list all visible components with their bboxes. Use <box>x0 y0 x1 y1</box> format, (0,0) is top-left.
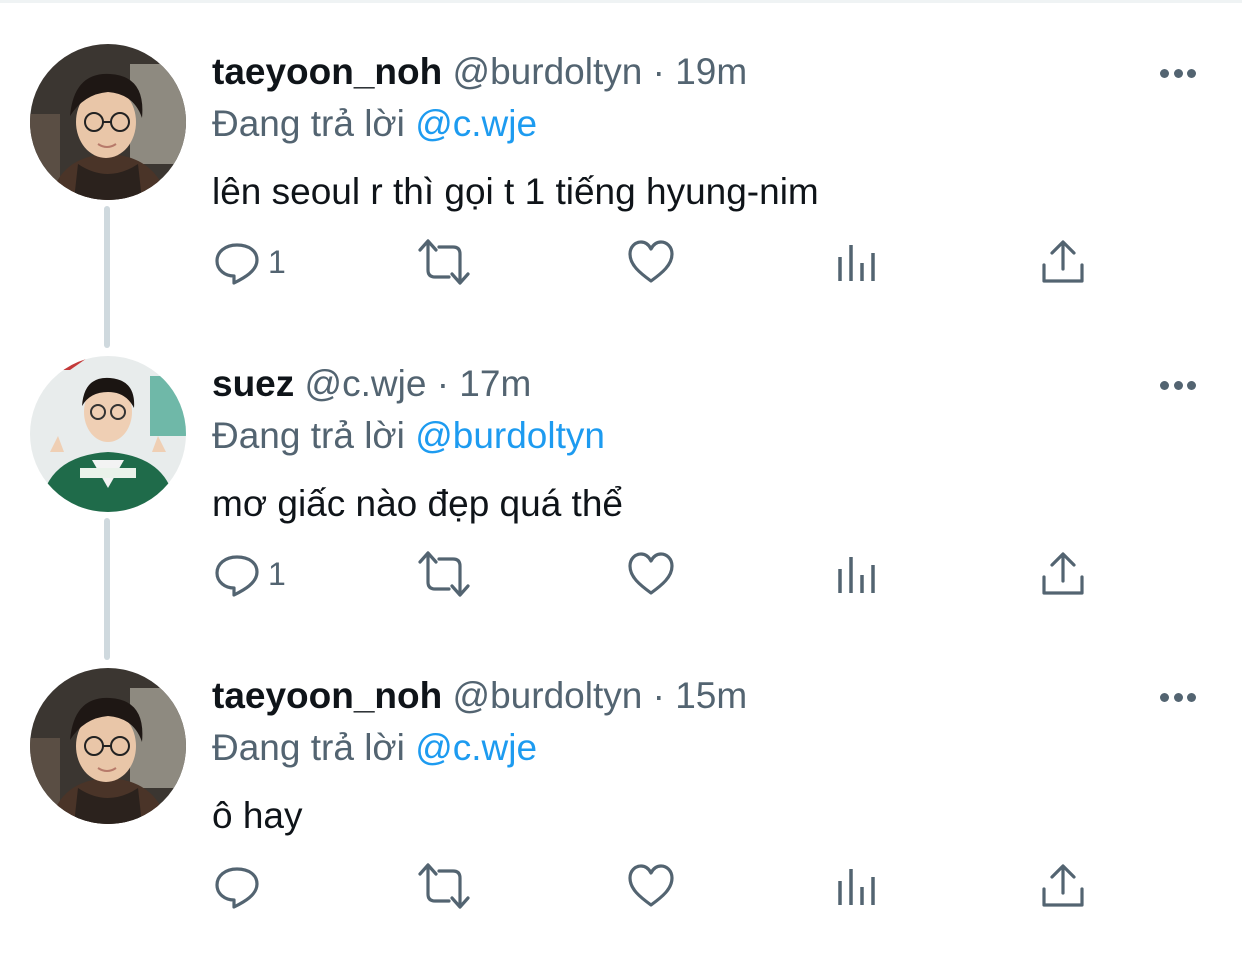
reply-icon <box>215 555 259 597</box>
reply-icon <box>215 243 259 285</box>
share-icon <box>1042 240 1084 283</box>
reply-count: 1 <box>268 243 286 280</box>
timestamp[interactable]: 19m <box>675 51 747 92</box>
tweet-text: mơ giấc nào đẹp quá thể <box>212 483 623 524</box>
tweet[interactable]: taeyoon_noh @burdoltyn · 19m Đang trả lờ… <box>0 44 1242 356</box>
replying-to: Đang trả lời @c.wje <box>212 720 537 776</box>
tweet-header: taeyoon_noh @burdoltyn · 19m <box>212 44 747 100</box>
separator: · <box>436 363 450 404</box>
more-icon[interactable] <box>1156 682 1200 712</box>
replying-to-label: Đang trả lời <box>212 727 405 768</box>
heart-icon <box>628 864 674 907</box>
avatar-suez <box>30 356 186 512</box>
tweet-header: taeyoon_noh @burdoltyn · 15m <box>212 668 747 724</box>
avatar[interactable] <box>30 44 186 200</box>
tweet[interactable]: taeyoon_noh @burdoltyn · 15m Đang trả lờ… <box>0 668 1242 980</box>
share-button[interactable] <box>1038 544 1088 604</box>
avatar-taeyoon <box>30 44 186 200</box>
retweet-button[interactable] <box>416 856 472 916</box>
retweet-icon <box>418 239 470 285</box>
display-name[interactable]: taeyoon_noh <box>212 51 442 92</box>
retweet-button[interactable] <box>416 544 472 604</box>
share-button[interactable] <box>1038 856 1088 916</box>
reply-count: 1 <box>268 555 286 592</box>
tweet[interactable]: suez @c.wje · 17m Đang trả lời @burdolty… <box>0 356 1242 668</box>
username[interactable]: @c.wje <box>305 363 427 404</box>
share-button[interactable] <box>1038 232 1088 292</box>
like-button[interactable] <box>626 232 676 292</box>
timestamp[interactable]: 15m <box>675 675 747 716</box>
display-name[interactable]: taeyoon_noh <box>212 675 442 716</box>
replying-to-label: Đang trả lời <box>212 103 405 144</box>
retweet-button[interactable] <box>416 232 472 292</box>
tweet-text: lên seoul r thì gọi t 1 tiếng hyung-nim <box>212 171 819 212</box>
avatar[interactable] <box>30 668 186 824</box>
action-bar: 1 <box>0 232 1242 292</box>
username[interactable]: @burdoltyn <box>453 675 643 716</box>
analytics-icon <box>838 869 875 905</box>
share-icon <box>1042 864 1084 907</box>
reply-button[interactable] <box>212 856 268 916</box>
retweet-icon <box>418 551 470 597</box>
username[interactable]: @burdoltyn <box>453 51 643 92</box>
like-button[interactable] <box>626 856 676 916</box>
top-divider <box>0 0 1242 3</box>
reply-icon <box>215 867 259 909</box>
views-button[interactable] <box>832 544 882 604</box>
replying-to: Đang trả lời @c.wje <box>212 96 537 152</box>
avatar-taeyoon <box>30 668 186 824</box>
mention-link[interactable]: @burdoltyn <box>415 415 605 456</box>
action-bar <box>0 856 1242 916</box>
heart-icon <box>628 240 674 283</box>
more-icon[interactable] <box>1156 370 1200 400</box>
retweet-icon <box>418 863 470 909</box>
separator: · <box>652 51 665 92</box>
timestamp[interactable]: 17m <box>459 363 531 404</box>
mention-link[interactable]: @c.wje <box>415 727 537 768</box>
heart-icon <box>628 552 674 595</box>
action-bar: 1 <box>0 544 1242 604</box>
analytics-icon <box>838 245 875 281</box>
views-button[interactable] <box>832 856 882 916</box>
mention-link[interactable]: @c.wje <box>415 103 537 144</box>
avatar[interactable] <box>30 356 186 512</box>
views-button[interactable] <box>832 232 882 292</box>
share-icon <box>1042 552 1084 595</box>
reply-button[interactable]: 1 <box>212 544 286 604</box>
display-name[interactable]: suez <box>212 363 294 404</box>
like-button[interactable] <box>626 544 676 604</box>
reply-button[interactable]: 1 <box>212 232 286 292</box>
replying-to: Đang trả lời @burdoltyn <box>212 408 605 464</box>
tweet-text: ô hay <box>212 795 303 836</box>
tweet-header: suez @c.wje · 17m <box>212 356 531 412</box>
replying-to-label: Đang trả lời <box>212 415 405 456</box>
analytics-icon <box>838 557 875 593</box>
more-icon[interactable] <box>1156 58 1200 88</box>
separator: · <box>652 675 665 716</box>
